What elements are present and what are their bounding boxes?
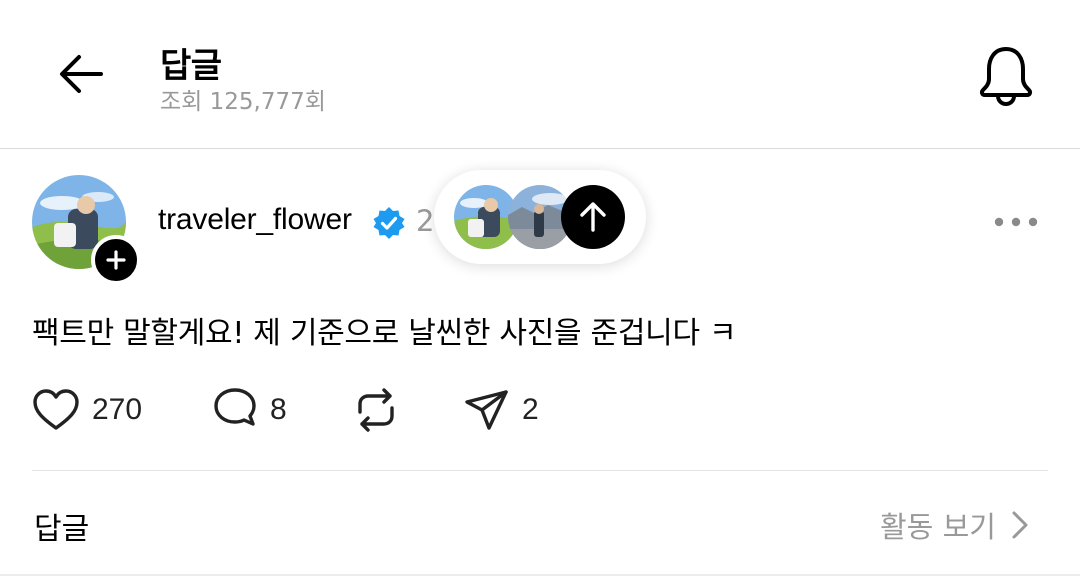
page-title: 답글	[160, 46, 222, 86]
verified-badge-icon	[373, 207, 405, 239]
more-options-button[interactable]	[990, 204, 1042, 240]
comment-icon	[214, 388, 256, 426]
heart-icon	[33, 389, 79, 430]
top-bar: 답글 조회 125,777회	[0, 0, 1080, 149]
view-count: 조회 125,777회	[160, 89, 326, 115]
reply-count: 8	[270, 393, 287, 426]
back-button[interactable]	[52, 50, 108, 98]
username[interactable]: traveler_flower	[158, 203, 352, 237]
share-count: 2	[522, 393, 539, 426]
bottom-divider	[0, 574, 1080, 576]
chevron-right-icon	[1012, 511, 1028, 539]
new-posts-pill[interactable]	[434, 170, 646, 264]
reply-button[interactable]: 8	[212, 386, 287, 434]
follow-button[interactable]	[91, 235, 141, 285]
send-icon	[465, 390, 508, 430]
plus-icon	[106, 250, 126, 270]
repost-button[interactable]	[354, 386, 398, 434]
replies-section-label: 답글	[34, 512, 90, 547]
like-button[interactable]: 270	[32, 386, 142, 434]
up-arrow-icon	[580, 202, 606, 232]
back-arrow-icon	[60, 55, 103, 93]
share-button[interactable]: 2	[464, 386, 539, 434]
bell-icon	[979, 47, 1033, 107]
view-activity-link[interactable]: 활동 보기	[880, 504, 1032, 546]
scroll-up-button[interactable]	[561, 185, 625, 249]
post-time: 2	[416, 204, 435, 238]
post-text: 팩트만 말할게요! 제 기준으로 날씬한 사진을 준겁니다 ㅋ	[32, 316, 737, 351]
repost-icon	[358, 388, 394, 432]
more-icon	[994, 217, 1038, 227]
notification-button[interactable]	[974, 44, 1038, 108]
view-activity-label: 활동 보기	[880, 510, 996, 544]
like-count: 270	[92, 393, 143, 426]
verified-badge	[372, 206, 406, 240]
divider	[32, 470, 1048, 471]
